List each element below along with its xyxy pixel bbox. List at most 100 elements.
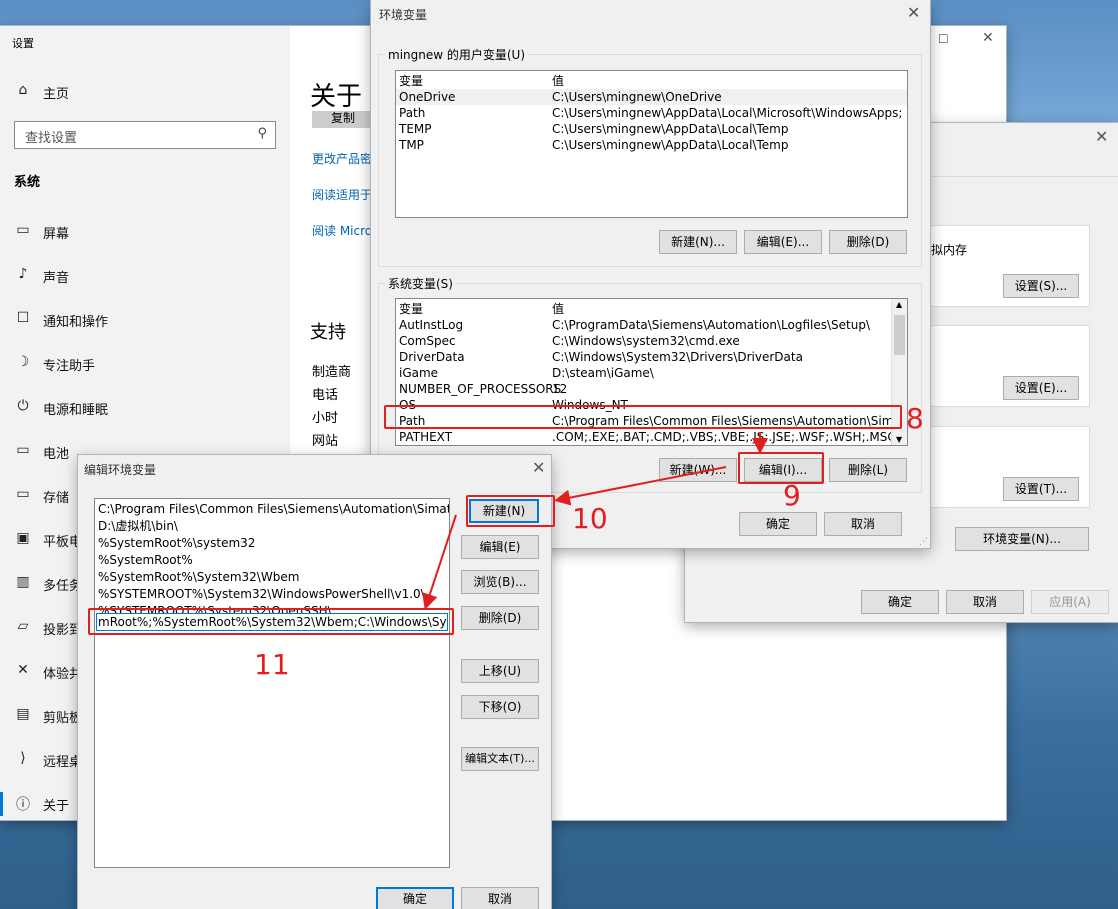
power-icon: ⏻: [17, 398, 29, 414]
active-indicator: [0, 792, 3, 816]
user-var-row[interactable]: TMP C:\Users\mingnew\AppData\Local\Temp: [396, 137, 907, 153]
annotation-8: 8: [906, 402, 924, 435]
sysprops-apply-button[interactable]: 应用(A): [1031, 590, 1109, 614]
annotation-box-new: [466, 495, 555, 527]
support-website: 网站: [312, 434, 339, 449]
copy-button[interactable]: 复制: [312, 111, 374, 128]
link-read-ms[interactable]: 阅读 Micro: [312, 222, 372, 239]
scroll-down-icon[interactable]: ▼: [896, 435, 902, 444]
nav-home-label: 主页: [43, 87, 70, 102]
sys-var-row[interactable]: PATHEXT .COM;.EXE;.BAT;.CMD;.VBS;.VBE;.JS…: [396, 429, 907, 445]
path-entry[interactable]: %SystemRoot%: [95, 552, 449, 569]
maximize-icon[interactable]: ☐: [938, 32, 949, 46]
editenv-edit-button[interactable]: 编辑(E): [461, 535, 539, 559]
user-list-header: 变量值: [399, 74, 565, 88]
path-entry[interactable]: %SystemRoot%\System32\Wbem: [95, 569, 449, 586]
path-entry[interactable]: %SYSTEMROOT%\System32\WindowsPowerShell\…: [95, 586, 449, 603]
editenv-delete-button[interactable]: 删除(D): [461, 606, 539, 630]
path-entry[interactable]: %SystemRoot%\system32: [95, 535, 449, 552]
user-new-button[interactable]: 新建(N)...: [659, 230, 737, 254]
nav-display[interactable]: ▭ 屏幕: [0, 210, 290, 254]
annotation-box-edit-value: [88, 608, 454, 635]
sys-var-row[interactable]: AutInstLog C:\ProgramData\Siemens\Automat…: [396, 317, 907, 333]
editenv-browse-button[interactable]: 浏览(B)...: [461, 570, 539, 594]
annotation-9: 9: [783, 479, 801, 512]
resize-grip-icon[interactable]: ⋰: [919, 537, 928, 547]
user-var-row[interactable]: Path C:\Users\mingnew\AppData\Local\Micro…: [396, 105, 907, 121]
path-entry[interactable]: D:\虚拟机\bin\: [95, 518, 449, 535]
envvars-cancel-button[interactable]: 取消: [824, 512, 902, 536]
path-entry[interactable]: C:\Program Files\Common Files\Siemens\Au…: [95, 501, 449, 518]
system-variables-label: 系统变量(S): [385, 275, 456, 292]
scroll-up-icon[interactable]: ▲: [896, 300, 902, 309]
sys-var-row[interactable]: DriverData C:\Windows\System32\Drivers\Dr…: [396, 349, 907, 365]
battery-icon: ▭: [16, 442, 30, 458]
user-var-row[interactable]: OneDrive C:\Users\mingnew\OneDrive: [396, 89, 907, 105]
annotation-10: 10: [572, 502, 608, 535]
projector-icon: ▱: [17, 618, 29, 634]
multitask-icon: ▥: [16, 574, 30, 590]
nav-home[interactable]: ⌂ 主页: [0, 70, 290, 114]
editenv-move-down-button[interactable]: 下移(O): [461, 695, 539, 719]
close-icon[interactable]: ✕: [982, 30, 994, 46]
editenv-edit-text-button[interactable]: 编辑文本(T)...: [461, 747, 539, 771]
user-delete-button[interactable]: 删除(D): [829, 230, 907, 254]
user-variables-label: mingnew 的用户变量(U): [385, 46, 529, 63]
sys-delete-button[interactable]: 删除(L): [829, 458, 907, 482]
info-icon: ⓘ: [16, 797, 30, 813]
settings-title: 设置: [12, 37, 34, 50]
user-variables-list[interactable]: 变量值 OneDrive C:\Users\mingnew\OneDrive Pa…: [395, 70, 908, 218]
sys-new-button[interactable]: 新建(W)...: [659, 458, 737, 482]
remote-icon: ⟩: [20, 750, 26, 766]
support-manufacturer: 制造商: [312, 365, 352, 380]
profile-settings-button[interactable]: 设置(E)...: [1003, 376, 1079, 400]
support-title: 支持: [310, 322, 346, 343]
envvars-close-icon[interactable]: ✕: [907, 3, 920, 22]
virtual-memory-text: 拟内存: [931, 243, 968, 257]
notification-icon: ☐: [16, 310, 30, 326]
speaker-icon: ♪: [18, 266, 28, 282]
nav-sound[interactable]: ♪ 声音: [0, 254, 290, 298]
support-phone: 电话: [312, 388, 339, 403]
sys-list-header: 变量值: [399, 302, 565, 316]
path-entries-list[interactable]: C:\Program Files\Common Files\Siemens\Au…: [94, 498, 450, 868]
environment-variables-button[interactable]: 环境变量(N)...: [955, 527, 1089, 551]
editenv-ok-button[interactable]: 确定: [376, 887, 454, 909]
editenv-title: 编辑环境变量: [84, 463, 157, 477]
storage-icon: ▭: [16, 486, 30, 502]
sys-var-row[interactable]: iGame D:\steam\iGame\: [396, 365, 907, 381]
scroll-thumb[interactable]: [894, 315, 905, 355]
sys-var-row[interactable]: ComSpec C:\Windows\system32\cmd.exe: [396, 333, 907, 349]
home-icon: ⌂: [18, 82, 28, 98]
editenv-move-up-button[interactable]: 上移(U): [461, 659, 539, 683]
sys-var-row[interactable]: NUMBER_OF_PROCESSORS 12: [396, 381, 907, 397]
nav-power[interactable]: ⏻ 电源和睡眠: [0, 386, 290, 430]
sysprops-cancel-button[interactable]: 取消: [946, 590, 1024, 614]
section-system: 系统: [14, 175, 41, 190]
share-icon: ✕: [17, 662, 29, 678]
search-input[interactable]: 查找设置: [25, 127, 77, 146]
sysprops-close-icon[interactable]: ✕: [1095, 127, 1108, 146]
sysprops-ok-button[interactable]: 确定: [861, 590, 939, 614]
link-read-terms[interactable]: 阅读适用于: [312, 186, 372, 203]
performance-settings-button[interactable]: 设置(S)...: [1003, 274, 1079, 298]
support-hours: 小时: [312, 411, 339, 426]
annotation-box-path-row: [384, 405, 902, 429]
envvars-ok-button[interactable]: 确定: [739, 512, 817, 536]
clipboard-icon: ▤: [16, 706, 30, 722]
search-box[interactable]: 查找设置 ⚲: [14, 121, 276, 149]
moon-icon: ☽: [16, 354, 30, 370]
envvars-title: 环境变量: [379, 8, 428, 22]
nav-focus-assist[interactable]: ☽ 专注助手: [0, 342, 290, 386]
link-change-key[interactable]: 更改产品密: [312, 150, 372, 167]
user-edit-button[interactable]: 编辑(E)...: [744, 230, 822, 254]
editenv-cancel-button[interactable]: 取消: [461, 887, 539, 909]
editenv-close-icon[interactable]: ✕: [532, 458, 545, 477]
annotation-box-edit: [738, 452, 824, 484]
user-var-row[interactable]: TEMP C:\Users\mingnew\AppData\Local\Temp: [396, 121, 907, 137]
nav-notifications[interactable]: ☐ 通知和操作: [0, 298, 290, 342]
startup-settings-button[interactable]: 设置(T)...: [1003, 477, 1079, 501]
monitor-icon: ▭: [16, 222, 30, 238]
search-icon: ⚲: [257, 126, 267, 141]
page-title: 关于: [310, 82, 363, 112]
